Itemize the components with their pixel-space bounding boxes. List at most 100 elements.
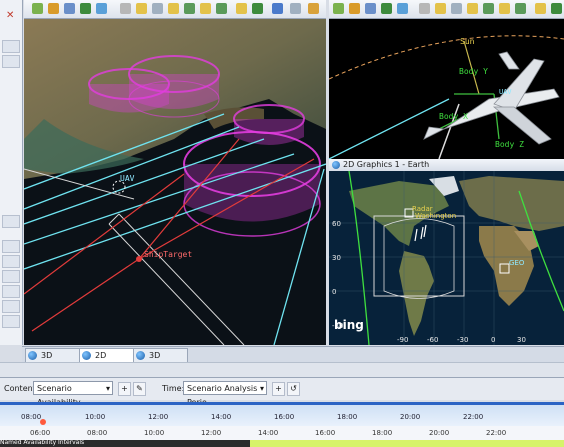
hour-label: 18:00	[337, 413, 358, 421]
hour-label: 16:00	[315, 429, 336, 437]
uav-scene: Sun Body Y UAV Body X Body Z	[329, 19, 564, 159]
plane-icon[interactable]	[120, 3, 131, 14]
light-icon[interactable]	[435, 3, 446, 14]
3d-graphics-view[interactable]: UAV ShipTarget	[24, 19, 326, 345]
add-button[interactable]: +	[118, 382, 131, 396]
sensor-icon[interactable]	[168, 3, 179, 14]
camera-icon[interactable]	[96, 3, 107, 14]
tab-2d-graphics[interactable]: 2D Graphic...	[79, 348, 134, 373]
globe-icon	[136, 351, 145, 360]
panel-button[interactable]	[2, 285, 20, 298]
zoom-icon[interactable]	[64, 3, 75, 14]
plane-icon[interactable]	[419, 3, 430, 14]
time-marker[interactable]	[40, 419, 46, 425]
terrain-icon[interactable]	[551, 3, 562, 14]
globe-icon[interactable]	[272, 3, 283, 14]
tab-3d-graphics-2[interactable]: 3D Graphic...	[133, 348, 188, 373]
globe-icon[interactable]	[32, 3, 43, 14]
hour-label: 18:00	[372, 429, 393, 437]
toolbar-3d-left	[24, 0, 326, 19]
uav-label: UAV	[499, 88, 512, 96]
hour-label: 10:00	[144, 429, 165, 437]
light-icon[interactable]	[136, 3, 147, 14]
brush-icon[interactable]	[308, 3, 319, 14]
availability-interval[interactable]	[250, 440, 564, 447]
lon-label: 30	[517, 336, 526, 344]
globe-icon	[28, 351, 37, 360]
light-icon[interactable]	[236, 3, 247, 14]
panel-button[interactable]	[2, 55, 20, 68]
settings-icon[interactable]	[290, 3, 301, 14]
body-z-label: Body Z	[495, 140, 524, 149]
geo-label: GEO	[509, 259, 525, 267]
chevron-down-icon: ▾	[105, 384, 110, 393]
hand-icon[interactable]	[349, 3, 360, 14]
toolbar-3d-right	[329, 0, 564, 19]
object-icon[interactable]	[483, 3, 494, 14]
object-icon[interactable]	[184, 3, 195, 14]
light-icon[interactable]	[200, 3, 211, 14]
panel-button[interactable]	[2, 240, 20, 253]
light-icon[interactable]	[535, 3, 546, 14]
time-select[interactable]: Scenario Analysis Perio▾	[183, 381, 267, 407]
hour-label: 08:00	[87, 429, 108, 437]
body-x-label: Body X	[439, 112, 468, 121]
timeline-toolbar: Content: Scenario Availability▾ + ✎ Time…	[0, 377, 564, 407]
tool-icon[interactable]	[451, 3, 462, 14]
lon-label: -60	[427, 336, 438, 344]
hour-label: 06:00	[30, 429, 51, 437]
panel-button[interactable]	[2, 315, 20, 328]
3d-scene: UAV ShipTarget	[24, 19, 326, 345]
uav-label: UAV	[120, 174, 135, 183]
content-select[interactable]: Scenario Availability▾	[33, 381, 113, 407]
ship-target-label: ShipTarget	[144, 250, 192, 259]
bing-logo: bing	[334, 318, 364, 332]
2d-graphics-map[interactable]: Radar Washington GEO 60 30 0 -30 -90 -60…	[329, 171, 564, 345]
ship-target-marker[interactable]	[136, 256, 142, 262]
panel-button[interactable]	[2, 270, 20, 283]
tab-3d-graphics-1[interactable]: 3D Graphic...	[25, 348, 80, 373]
panel-button[interactable]	[2, 255, 20, 268]
hour-label: 20:00	[429, 429, 450, 437]
globe-icon[interactable]	[333, 3, 344, 14]
close-icon[interactable]: ✕	[6, 10, 14, 21]
terrain-icon[interactable]	[252, 3, 263, 14]
hour-label: 12:00	[148, 413, 169, 421]
zoom-icon[interactable]	[365, 3, 376, 14]
timeline-axis-secondary: 06:00 08:00 10:00 12:00 14:00 16:00 18:0…	[0, 426, 564, 440]
edit-icon[interactable]: ✎	[133, 382, 146, 396]
lon-label: 0	[491, 336, 495, 344]
object-icon[interactable]	[515, 3, 526, 14]
lon-label: -90	[397, 336, 408, 344]
sensor-icon[interactable]	[467, 3, 478, 14]
panel-button[interactable]	[2, 40, 20, 53]
object-icon[interactable]	[216, 3, 227, 14]
tool-icon[interactable]	[152, 3, 163, 14]
panel-button[interactable]	[2, 300, 20, 313]
zoom-time-icon[interactable]: ↺	[287, 382, 300, 396]
hand-icon[interactable]	[48, 3, 59, 14]
3d-graphics-uav-view[interactable]: Sun Body Y UAV Body X Body Z	[329, 19, 564, 159]
lat-label: 0	[332, 288, 336, 296]
panel-button[interactable]	[2, 215, 20, 228]
hour-label: 22:00	[463, 413, 484, 421]
availability-label: Named Availability Intervals	[0, 439, 85, 446]
time-label: Time:	[162, 384, 185, 393]
chevron-down-icon: ▾	[259, 384, 264, 393]
left-panel-strip: ✕	[0, 0, 23, 345]
map-icon[interactable]	[381, 3, 392, 14]
add-button[interactable]: +	[272, 382, 285, 396]
lat-label: 30	[332, 254, 341, 262]
light-icon[interactable]	[499, 3, 510, 14]
world-map: Radar Washington GEO 60 30 0 -30 -90 -60…	[329, 171, 564, 345]
globe-icon	[82, 351, 91, 360]
hour-label: 10:00	[85, 413, 106, 421]
timeline-axis[interactable]: 08:00 10:00 12:00 14:00 16:00 18:00 20:0…	[0, 402, 564, 427]
washington-label: Washington	[415, 212, 456, 220]
hour-label: 12:00	[201, 429, 222, 437]
view-tabs: 3D Graphic... 2D Graphic... 3D Graphic..…	[22, 346, 564, 373]
map-icon[interactable]	[80, 3, 91, 14]
camera-icon[interactable]	[397, 3, 408, 14]
globe-icon	[332, 161, 340, 169]
hour-label: 14:00	[211, 413, 232, 421]
